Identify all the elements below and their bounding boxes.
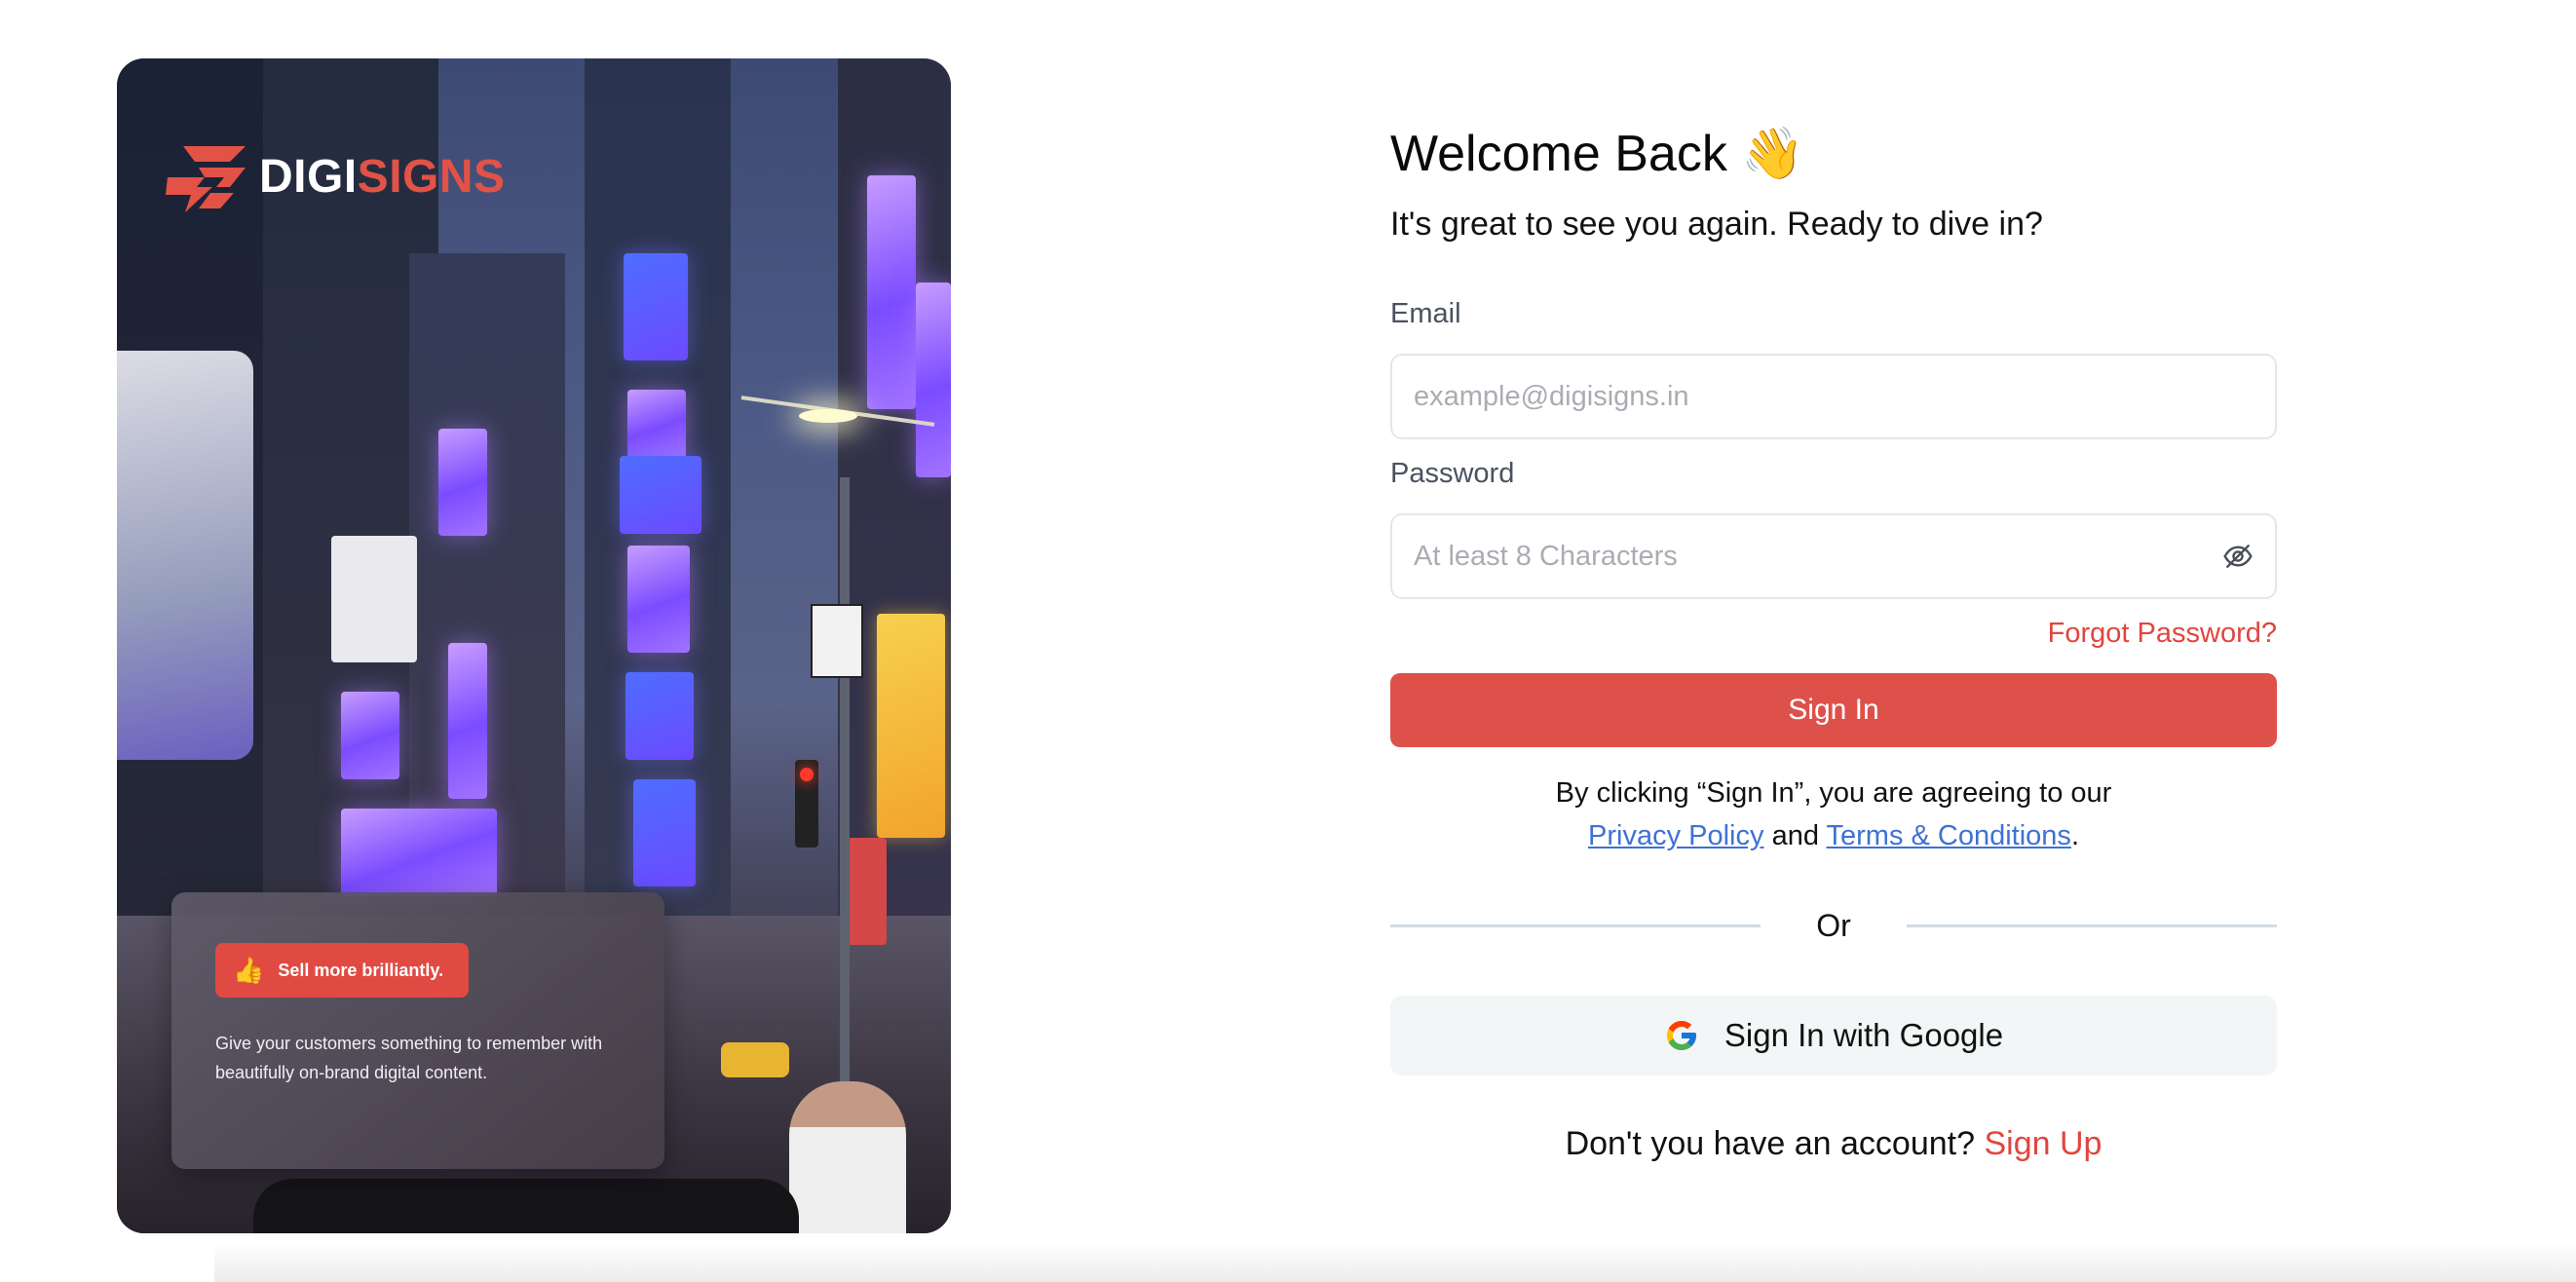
streetlight-glow bbox=[799, 409, 857, 423]
bottom-shade bbox=[214, 1243, 2576, 1282]
billboard bbox=[877, 614, 945, 838]
traffic-light bbox=[795, 760, 818, 848]
google-icon bbox=[1666, 1021, 1696, 1050]
agreement-prefix: By clicking “Sign In”, you are agreeing … bbox=[1555, 777, 2112, 809]
billboard bbox=[867, 175, 916, 409]
billboard bbox=[438, 429, 487, 536]
privacy-policy-link[interactable]: Privacy Policy bbox=[1588, 820, 1764, 851]
billboard bbox=[633, 779, 696, 886]
terms-link[interactable]: Terms & Conditions bbox=[1827, 820, 2071, 851]
car bbox=[253, 1179, 799, 1233]
hero-image-panel: DIGISIGNS 👍 Sell more brilliantly. Give … bbox=[117, 58, 951, 1233]
billboard bbox=[916, 283, 951, 477]
billboard bbox=[341, 692, 399, 779]
forgot-password-link[interactable]: Forgot Password? bbox=[2048, 618, 2277, 650]
billboard bbox=[448, 643, 487, 799]
agreement-and: and bbox=[1771, 820, 1819, 851]
billboard bbox=[624, 253, 688, 360]
brand-name-primary: DIGI bbox=[259, 151, 358, 203]
logo-mark-icon bbox=[166, 146, 246, 212]
promo-badge: 👍 Sell more brilliantly. bbox=[215, 943, 470, 998]
password-field[interactable] bbox=[1392, 515, 2193, 597]
page-title: Welcome Back 👋 bbox=[1390, 126, 1805, 182]
billboard bbox=[620, 456, 701, 534]
or-divider: Or bbox=[1390, 906, 2277, 945]
email-label: Email bbox=[1390, 298, 1461, 329]
sign-up-link[interactable]: Sign Up bbox=[1984, 1125, 2102, 1162]
agreement-suffix: . bbox=[2070, 820, 2079, 851]
email-field[interactable] bbox=[1392, 356, 2193, 437]
signup-prompt-text: Don't you have an account? bbox=[1565, 1125, 1976, 1162]
signup-prompt: Don't you have an account? Sign Up bbox=[1390, 1122, 2277, 1165]
billboard bbox=[625, 672, 694, 760]
taxi bbox=[721, 1042, 789, 1077]
billboard bbox=[848, 838, 887, 945]
thumbs-up-icon: 👍 bbox=[233, 956, 265, 985]
promo-badge-text: Sell more brilliantly. bbox=[278, 960, 444, 980]
password-label: Password bbox=[1390, 458, 1515, 489]
eye-off-icon[interactable] bbox=[2222, 541, 2254, 572]
brand-name-accent: SIGNS bbox=[357, 151, 506, 203]
sign-in-button[interactable]: Sign In bbox=[1390, 673, 2277, 747]
email-field-wrapper bbox=[1390, 354, 2277, 439]
billboard bbox=[341, 809, 497, 896]
billboard bbox=[627, 390, 686, 458]
billboard-car bbox=[117, 351, 253, 760]
street-sign bbox=[811, 604, 863, 678]
billboard bbox=[331, 536, 417, 662]
promo-description: Give your customers something to remembe… bbox=[215, 1034, 603, 1082]
google-button-label: Sign In with Google bbox=[1724, 1017, 2004, 1053]
promo-card: 👍 Sell more brilliantly. Give your custo… bbox=[171, 892, 664, 1169]
brand-logo: DIGISIGNS bbox=[166, 140, 506, 214]
divider-line-right bbox=[1907, 924, 2277, 927]
password-field-wrapper bbox=[1390, 513, 2277, 599]
google-sign-in-button[interactable]: Sign In with Google bbox=[1390, 996, 2277, 1075]
login-page: DIGISIGNS 👍 Sell more brilliantly. Give … bbox=[0, 0, 2576, 1282]
page-subtitle: It's great to see you again. Ready to di… bbox=[1390, 206, 2043, 243]
billboard bbox=[627, 546, 690, 653]
agreement-text: By clicking “Sign In”, you are agreeing … bbox=[1390, 772, 2277, 857]
pedestrian bbox=[789, 1081, 906, 1233]
brand-wordmark: DIGISIGNS bbox=[259, 154, 506, 201]
